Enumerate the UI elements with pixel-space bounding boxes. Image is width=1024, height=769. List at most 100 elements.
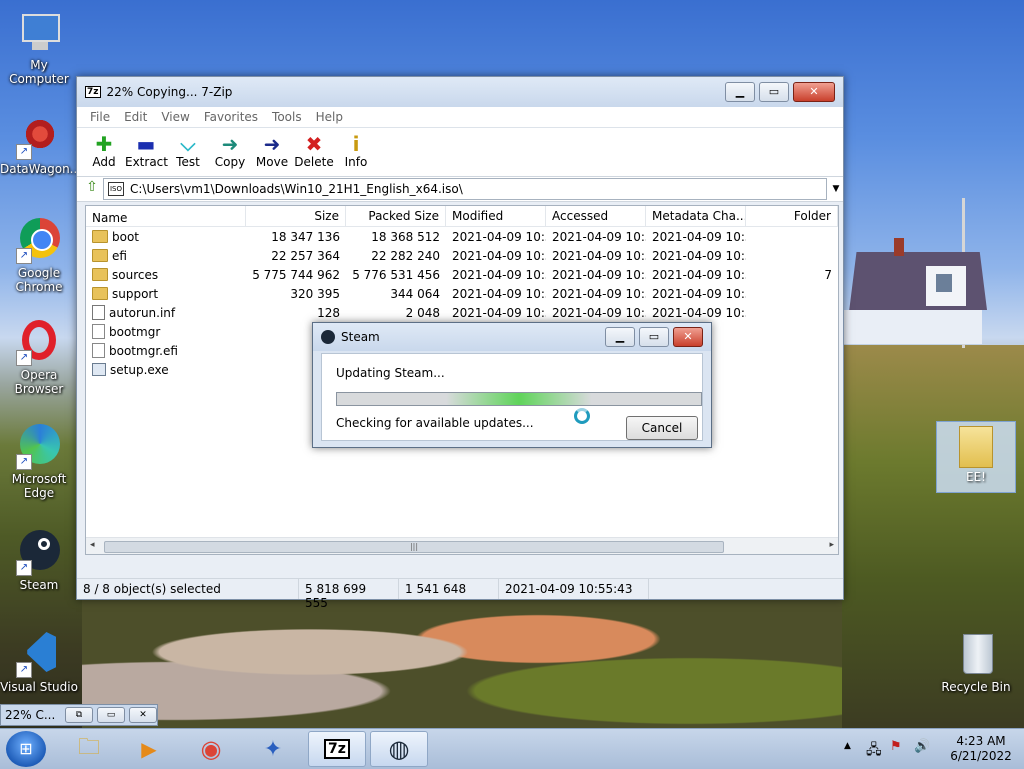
scrollbar-thumb[interactable]: ||| [104, 541, 724, 553]
horizontal-scrollbar[interactable]: ◂ ||| ▸ [86, 537, 838, 554]
close-button[interactable]: ✕ [793, 82, 835, 102]
maximize-button[interactable]: ▭ [759, 82, 789, 102]
desktop-icon-label: My Computer [9, 58, 69, 86]
file-packed-size: 22 282 240 [371, 248, 440, 263]
table-row[interactable]: efi 22 257 364 22 282 240 2021-04-09 10:59 2… [86, 246, 838, 265]
computer-icon [16, 10, 62, 56]
delete-button[interactable]: ✖ Delete [293, 128, 335, 176]
column-metadata[interactable]: Metadata Cha... [646, 206, 746, 226]
steam-maximize-button[interactable]: ▭ [639, 327, 669, 347]
desktop-icon-chrome[interactable]: ↗ Google Chrome [0, 218, 78, 294]
file-packed-size: 344 064 [390, 286, 440, 301]
file-metadata: 2021-04-09 10:59 [652, 248, 746, 263]
column-packed-size[interactable]: Packed Size [346, 206, 446, 226]
app-icon: ✦ [263, 736, 283, 762]
status-size: 5 818 699 555 [299, 579, 399, 610]
table-row[interactable]: boot 18 347 136 18 368 512 2021-04-09 10:59… [86, 227, 838, 246]
desktop-icon-label: Visual Studio [0, 680, 78, 694]
chrome-icon: ↗ [16, 218, 62, 264]
minimized-title: 22% C... [5, 708, 56, 722]
taskbar-steam[interactable]: ◍ [370, 731, 428, 767]
steam-minimize-button[interactable]: ▁ [605, 327, 635, 347]
table-row[interactable]: autorun.inf 128 2 048 2021-04-09 10:55 2021-… [86, 303, 838, 322]
7zip-icon: 7z [324, 739, 350, 759]
menu-edit[interactable]: Edit [117, 110, 154, 124]
taskbar-7zip[interactable]: 7z [308, 731, 366, 767]
minimized-maximize-button[interactable]: ▭ [97, 707, 125, 723]
scroll-left-icon[interactable]: ◂ [90, 540, 95, 550]
menu-favorites[interactable]: Favorites [197, 110, 265, 124]
file-name: boot [86, 230, 246, 244]
extract-button[interactable]: ▬ Extract [125, 128, 168, 176]
desktop-icon-steam[interactable]: ↗ Steam [0, 530, 78, 592]
copy-icon: ➜ [221, 132, 239, 156]
file-name-label: autorun.inf [109, 305, 176, 320]
column-folder[interactable]: Folder [746, 206, 838, 226]
desktop-icon-ee-folder[interactable]: EE! [936, 421, 1016, 493]
address-field[interactable]: ISO C:\Users\vm1\Downloads\Win10_21H1_En… [103, 178, 827, 200]
desktop-icon-opera[interactable]: ↗ Opera Browser [0, 320, 78, 396]
steam-message: Updating Steam... [336, 366, 445, 380]
steam-title: Steam [341, 330, 380, 344]
status-packed: 1 541 648 [399, 579, 499, 599]
menu-tools[interactable]: Tools [265, 110, 309, 124]
folder-up-icon[interactable]: ⇧ [81, 179, 103, 199]
table-row[interactable]: support 320 395 344 064 2021-04-09 10:59 202… [86, 284, 838, 303]
folder-icon [92, 249, 108, 262]
copy-button[interactable]: ➜ Copy [209, 128, 251, 176]
minimized-7zip-window[interactable]: 22% C... ⧉ ▭ ✕ [0, 704, 158, 726]
column-modified[interactable]: Modified [446, 206, 546, 226]
taskbar-explorer[interactable]: 🗀 [60, 731, 118, 767]
desktop-icon-recycle-bin[interactable]: Recycle Bin [936, 632, 1016, 694]
minimized-restore-button[interactable]: ⧉ [65, 707, 93, 723]
7zip-titlebar[interactable]: 7z 22% Copying... 7-Zip ▁ ▭ ✕ [77, 77, 843, 107]
cancel-button[interactable]: Cancel [626, 416, 698, 440]
chevron-down-icon[interactable]: ▼ [829, 184, 843, 194]
column-name[interactable]: Name [86, 206, 246, 226]
scroll-right-icon[interactable]: ▸ [829, 540, 834, 550]
desktop-icon-edge[interactable]: ↗ Microsoft Edge [0, 424, 78, 500]
minimized-close-button[interactable]: ✕ [129, 707, 157, 723]
clock[interactable]: 4:23 AM 6/21/2022 [942, 734, 1020, 764]
status-bar: 8 / 8 object(s) selected 5 818 699 555 1… [77, 578, 843, 610]
iso-icon: ISO [108, 182, 124, 196]
desktop-icon-visual-studio[interactable]: ↗ Visual Studio [0, 632, 78, 694]
menu-view[interactable]: View [154, 110, 196, 124]
menu-help[interactable]: Help [309, 110, 350, 124]
menu-file[interactable]: File [83, 110, 117, 124]
table-row[interactable]: sources 5 775 744 962 5 776 531 456 2021-04… [86, 265, 838, 284]
taskbar-app[interactable]: ✦ [244, 731, 302, 767]
test-button[interactable]: ⌵ Test [167, 128, 209, 176]
desktop-icon-datawagon[interactable]: ↗ DataWagon... [0, 114, 81, 176]
steam-icon: ◍ [388, 735, 410, 763]
steam-icon: ↗ [16, 530, 62, 576]
file-icon [92, 343, 105, 358]
windows-logo-icon: ⊞ [19, 739, 33, 758]
start-button[interactable]: ⊞ [6, 731, 46, 767]
network-icon[interactable]: 🖧 [866, 739, 882, 763]
add-label: Add [92, 155, 116, 169]
file-name: setup.exe [86, 363, 246, 377]
add-button[interactable]: ✚ Add [83, 128, 125, 176]
status-selected: 8 / 8 object(s) selected [77, 579, 299, 599]
desktop-icon-my-computer[interactable]: My Computer [0, 10, 78, 86]
info-button[interactable]: i Info [335, 128, 377, 176]
desktop-icon-label: Microsoft Edge [11, 472, 67, 500]
action-center-icon[interactable]: ⚑ [890, 739, 902, 754]
file-metadata: 2021-04-09 10:55 [652, 305, 746, 320]
taskbar-chrome[interactable]: ◉ [182, 731, 240, 767]
column-accessed[interactable]: Accessed [546, 206, 646, 226]
steam-close-button[interactable]: ✕ [673, 327, 703, 347]
volume-icon[interactable]: 🔊 [914, 739, 930, 754]
clock-time: 4:23 AM [956, 734, 1006, 748]
steam-status-text: Checking for available updates... [336, 416, 534, 430]
folder-icon [92, 268, 108, 281]
column-size[interactable]: Size [246, 206, 346, 226]
taskbar-media-player[interactable]: ▶ [120, 731, 178, 767]
move-button[interactable]: ➜ Move [251, 128, 293, 176]
minimize-button[interactable]: ▁ [725, 82, 755, 102]
file-modified: 2021-04-09 10:59 [452, 229, 546, 244]
tray-expand-icon[interactable]: ▲ [844, 741, 851, 751]
move-icon: ➜ [263, 132, 281, 156]
steam-titlebar[interactable]: Steam ▁ ▭ ✕ [313, 323, 711, 351]
